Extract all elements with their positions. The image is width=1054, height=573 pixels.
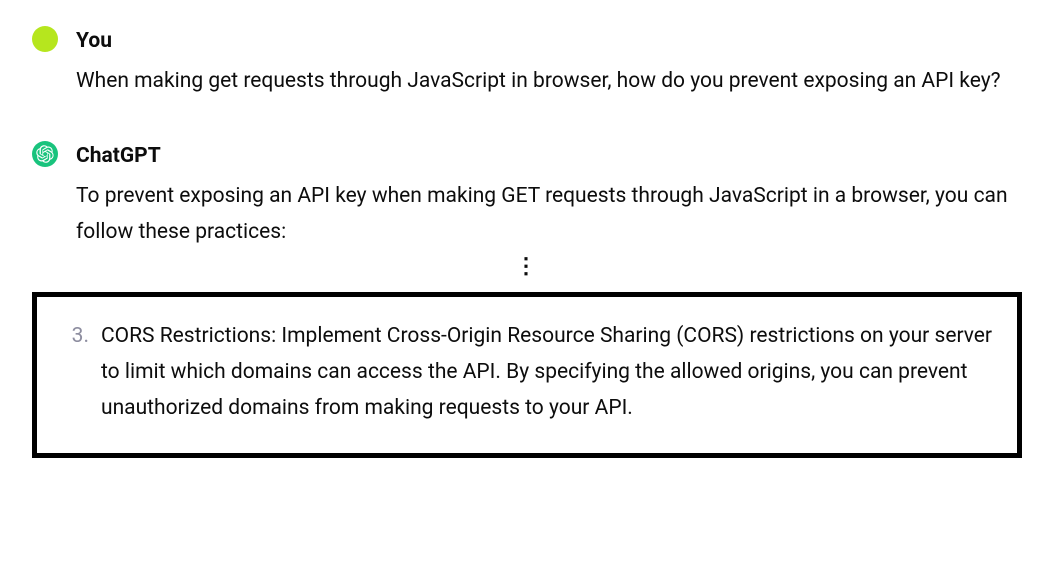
highlight-box: 3. CORS Restrictions: Implement Cross-Or… [32, 292, 1022, 457]
assistant-author-label: ChatGPT [76, 139, 1022, 175]
assistant-avatar [32, 141, 58, 167]
user-message-text: When making get requests through JavaScr… [76, 64, 1022, 100]
user-avatar [32, 26, 58, 52]
assistant-body: ChatGPT To prevent exposing an API key w… [76, 139, 1022, 250]
chatgpt-icon [36, 145, 54, 163]
assistant-message: ChatGPT To prevent exposing an API key w… [32, 139, 1022, 250]
list-item-text: CORS Restrictions: Implement Cross-Origi… [101, 319, 995, 426]
list-item: 3. CORS Restrictions: Implement Cross-Or… [59, 319, 995, 426]
list-number: 3. [63, 319, 89, 426]
assistant-intro-text: To prevent exposing an API key when maki… [76, 179, 1022, 250]
user-message: You When making get requests through Jav… [32, 24, 1022, 99]
user-body: You When making get requests through Jav… [76, 24, 1022, 99]
user-author-label: You [76, 24, 1022, 60]
vertical-ellipsis-icon: ⋮ [32, 256, 1022, 278]
